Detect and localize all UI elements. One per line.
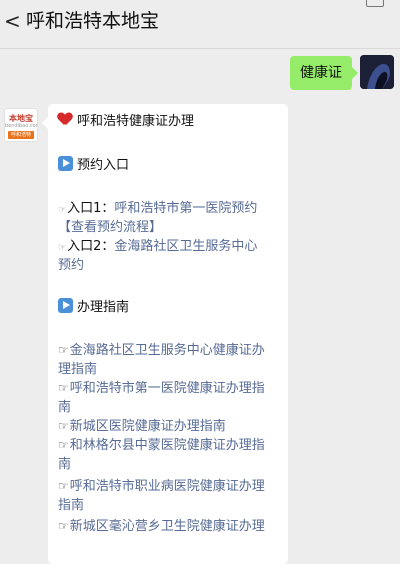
section-booking-title: 预约入口 [58,156,280,175]
guide-link[interactable]: 金海路社区卫生服务中心健康证办 [70,343,265,358]
pointing-hand-icon: ☞ [58,343,69,357]
entry2-line-cont: 预约 [58,256,280,275]
entry2-link[interactable]: 金海路社区卫生服务中心 [114,239,257,254]
guide-link-cont[interactable]: 南 [58,457,71,472]
pointing-hand-icon: ☞ [58,243,67,253]
guide-item: ☞金海路社区卫生服务中心健康证办 [58,341,280,360]
bendibao-avatar[interactable]: 本地宝 bendibao.com 呼和浩特 [4,108,38,142]
guide-item-cont: 理指南 [58,360,280,379]
entry1-line: ☞入口1：呼和浩特市第一医院预约 [58,201,258,216]
back-icon[interactable]: < [4,10,21,32]
guide-link-cont[interactable]: 南 [58,400,71,415]
entry2-link-cont[interactable]: 预约 [58,258,84,273]
guide-item: ☞新城区毫沁营乡卫生院健康证办理 [58,517,280,536]
outgoing-message-bubble[interactable]: 健康证 [290,56,358,90]
booking-process-link[interactable]: 【查看预约流程】 [58,220,162,235]
entry1-link[interactable]: 呼和浩特市第一医院预约 [114,201,257,216]
guide-link-cont[interactable]: 理指南 [58,362,97,377]
guide-item: ☞呼和浩特市第一医院健康证办理指 [58,379,280,398]
guide-link-cont[interactable]: 指南 [58,498,84,513]
pointing-hand-icon: ☞ [58,519,69,533]
incoming-message-bubble: 呼和浩特健康证办理 预约入口 ☞入口1：呼和浩特市第一医院预约 【查看预约流程】… [48,104,288,564]
guide-link[interactable]: 和林格尔县中蒙医院健康证办理指 [70,438,265,453]
play-icon [58,298,73,313]
guide-link[interactable]: 新城区医院健康证办理指南 [70,419,226,434]
guide-item-cont: 南 [58,455,280,474]
guide-item: ☞和林格尔县中蒙医院健康证办理指 [58,436,280,455]
play-icon [58,156,73,171]
pointing-hand-icon: ☞ [58,438,69,452]
chat-header: < 呼和浩特本地宝 [0,0,400,49]
message-heading: 呼和浩特健康证办理 [58,112,280,131]
heart-icon [58,113,72,126]
user-avatar[interactable] [360,55,394,89]
pointing-hand-icon: ☞ [58,479,69,493]
guide-link[interactable]: 呼和浩特市第一医院健康证办理指 [70,381,265,396]
entry2-line: ☞入口2：金海路社区卫生服务中心 [58,239,258,254]
guide-item: ☞呼和浩特市职业病医院健康证办理 [58,477,280,496]
pointing-hand-icon: ☞ [58,381,69,395]
guide-link[interactable]: 呼和浩特市职业病医院健康证办理 [70,479,265,494]
pointing-hand-icon: ☞ [58,205,67,215]
guide-item-cont: 南 [58,398,280,417]
chat-title: 呼和浩特本地宝 [26,10,160,32]
avatar-logo-text: 本地宝 [9,114,33,123]
section-guide-title: 办理指南 [58,298,280,317]
guide-item: ☞新城区医院健康证办理指南 [58,417,280,436]
avatar-logo-city: 呼和浩特 [8,131,34,139]
more-menu-icon[interactable] [366,0,384,7]
entry1-process-line: 【查看预约流程】 [58,218,280,237]
guide-item-cont: 指南 [58,496,280,515]
guide-link[interactable]: 新城区毫沁营乡卫生院健康证办理 [70,519,265,534]
avatar-logo-subtext: bendibao.com [5,123,38,129]
pointing-hand-icon: ☞ [58,419,69,433]
